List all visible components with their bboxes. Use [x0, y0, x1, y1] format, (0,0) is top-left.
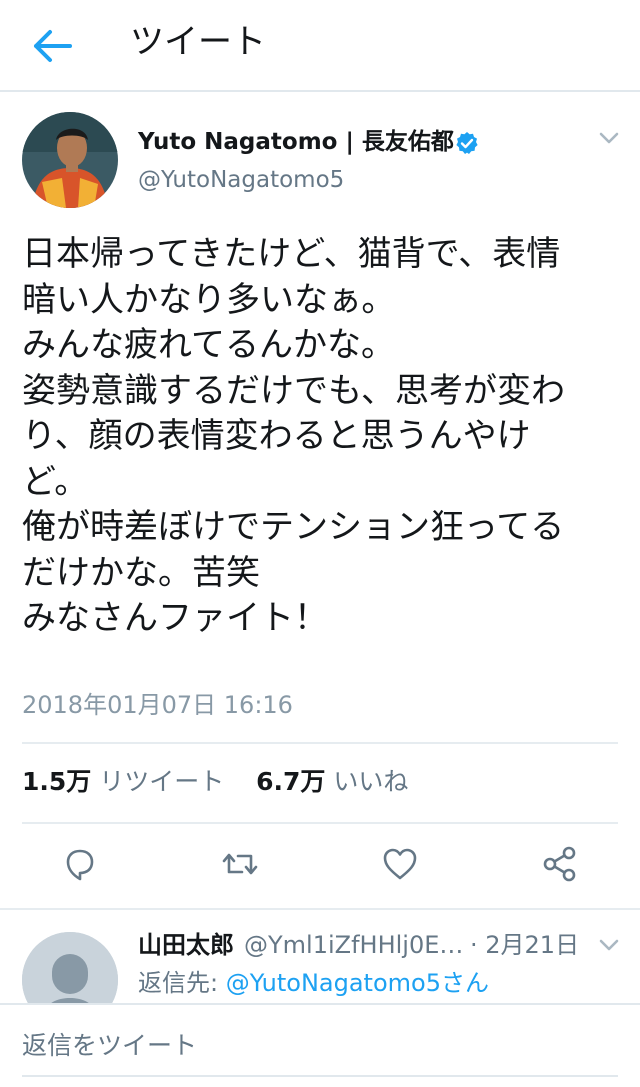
back-arrow-icon[interactable] — [32, 26, 74, 66]
reply-composer: 返信をツイート — [0, 1003, 640, 1087]
like-icon[interactable] — [380, 844, 420, 884]
tweet-line: だけかな。苦笑 — [22, 552, 260, 593]
reply-input[interactable]: 返信をツイート — [22, 1028, 197, 1064]
reply-author-handle[interactable]: @Yml1iZfHHlj0E… — [244, 928, 463, 962]
reply-icon[interactable] — [60, 844, 100, 884]
reply-author-name[interactable]: 山田太郎 — [138, 928, 234, 962]
reply-to: 返信先: @YutoNagatomo5さん — [138, 966, 489, 1000]
tweet-line: 俺が時差ぼけでテンション狂ってる — [22, 507, 565, 547]
tweet-line: ど。 — [22, 461, 89, 502]
reply-to-link[interactable]: @YutoNagatomo5さん — [226, 969, 489, 997]
chevron-down-icon[interactable] — [598, 130, 620, 146]
tweet-line: みなさんファイト！ — [22, 598, 328, 638]
tweet-line: り、顔の表情変わると思うんやけ — [22, 416, 531, 456]
reply-to-label: 返信先: — [138, 969, 219, 997]
tweet-stats: 1.5万 リツイート 6.7万 いいね — [22, 764, 408, 800]
page-title: ツイート — [130, 22, 266, 62]
tweet-line: 姿勢意識するだけでも、思考が変わ — [22, 370, 565, 411]
author-name[interactable]: Yuto Nagatomo | 長友佑都 — [138, 126, 454, 158]
tweet-line: 日本帰ってきたけど、猫背で、表情 — [22, 234, 561, 274]
author-handle[interactable]: @YutoNagatomo5 — [138, 164, 344, 196]
like-label[interactable]: いいね — [333, 767, 408, 796]
verified-badge-icon — [455, 131, 479, 155]
reply-date: · 2月21日 — [470, 931, 580, 959]
author-avatar[interactable] — [22, 112, 118, 208]
tweet-line: みんな疲れてるんかな。 — [22, 325, 395, 365]
retweet-count[interactable]: 1.5万 — [22, 767, 91, 796]
chevron-down-icon[interactable] — [598, 937, 620, 953]
section-separator — [0, 908, 640, 910]
like-count[interactable]: 6.7万 — [256, 767, 325, 796]
tweet-text: 日本帰ってきたけど、猫背で、表情 暗い人かなり多いなぁ。 みんな疲れてるんかな。… — [22, 232, 622, 642]
input-underline — [22, 1075, 618, 1077]
share-icon[interactable] — [540, 844, 580, 884]
top-bar: ツイート — [0, 0, 640, 92]
retweet-label[interactable]: リツイート — [99, 767, 224, 796]
divider — [22, 742, 618, 744]
tweet-timestamp: 2018年01月07日 16:16 — [22, 691, 293, 719]
retweet-icon[interactable] — [220, 844, 260, 884]
tweet-line: 暗い人かなり多いなぁ。 — [22, 279, 396, 320]
divider — [22, 822, 618, 824]
